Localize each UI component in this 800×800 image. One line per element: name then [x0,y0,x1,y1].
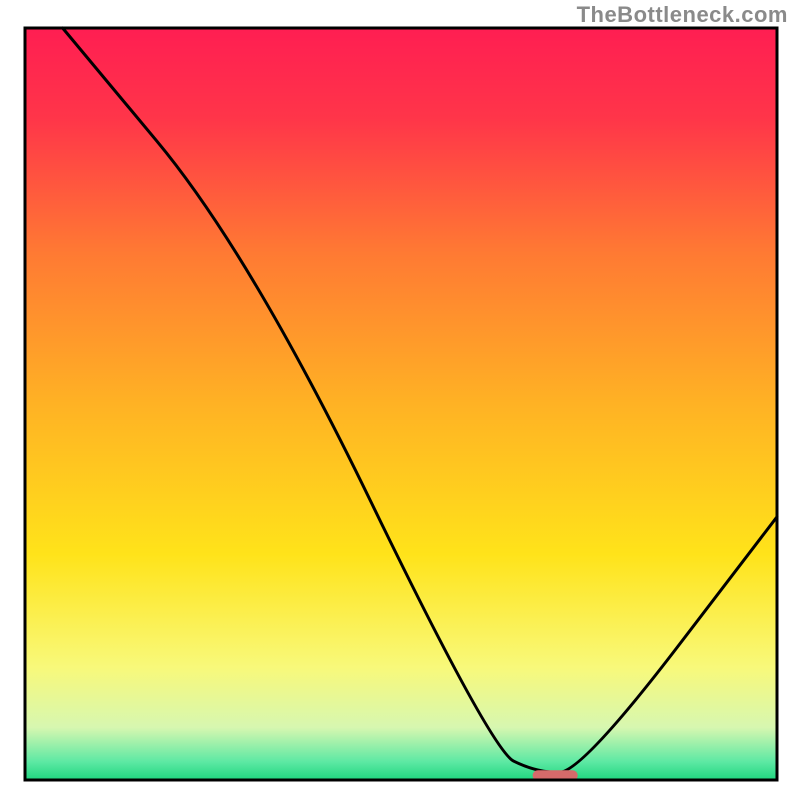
bottleneck-chart [0,0,800,800]
watermark: TheBottleneck.com [577,2,788,28]
plot-background [25,28,777,780]
